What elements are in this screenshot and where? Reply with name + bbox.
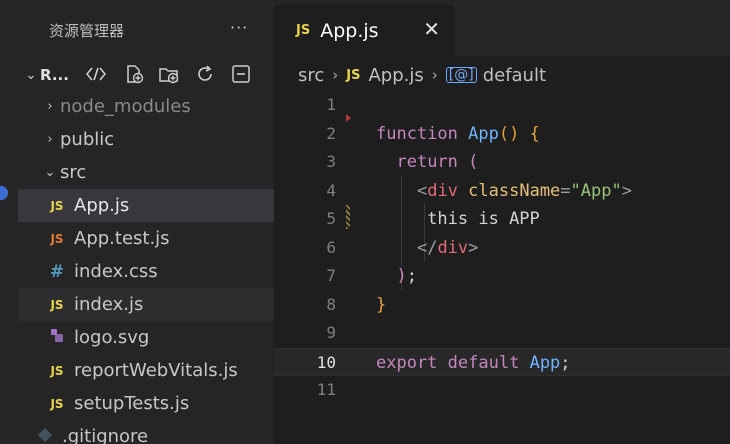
tree-item-app-test-js[interactable]: JS App.test.js bbox=[18, 222, 274, 255]
tree-item-report-web-vitals[interactable]: JS reportWebVitals.js bbox=[18, 354, 274, 387]
file-tree: › node_modules › public ⌄ src JS App.js … bbox=[18, 90, 274, 444]
code-editor[interactable]: 1 2 function App() { 3 return ( 4 <div c… bbox=[274, 91, 730, 405]
breadcrumb: src › JS App.js › [@] default bbox=[298, 60, 546, 90]
chevron-right-icon: › bbox=[47, 132, 53, 147]
tree-item-logo-svg[interactable]: logo.svg bbox=[18, 321, 274, 354]
line-number: 11 bbox=[316, 380, 336, 399]
tree-item-node-modules[interactable]: › node_modules bbox=[18, 90, 274, 123]
js-file-icon: JS bbox=[296, 23, 311, 38]
line-number: 5 bbox=[326, 209, 336, 228]
tab-label: App.js bbox=[320, 19, 379, 42]
code-line[interactable]: 7 ); bbox=[274, 262, 730, 291]
code-text: export default App; bbox=[376, 352, 571, 373]
code-text: ); bbox=[396, 266, 417, 286]
breadcrumb-folder[interactable]: src bbox=[298, 65, 324, 86]
breadcrumb-file[interactable]: App.js bbox=[368, 65, 423, 86]
line-number: 8 bbox=[326, 294, 336, 314]
explorer-sidebar: 资源管理器 ··· ⌄ R... › node_modules › public… bbox=[0, 0, 274, 444]
activity-badge[interactable] bbox=[0, 186, 8, 200]
more-actions-icon[interactable]: ··· bbox=[230, 18, 248, 37]
code-line[interactable]: 5 this is APP bbox=[274, 205, 730, 234]
js-file-icon: JS bbox=[50, 198, 64, 213]
code-text: </div> bbox=[416, 237, 479, 258]
symbol-variable-icon: [@] bbox=[445, 67, 477, 83]
js-file-icon: JS bbox=[346, 67, 361, 83]
css-file-icon: # bbox=[49, 261, 65, 282]
tree-item-label: public bbox=[60, 129, 115, 150]
line-number: 3 bbox=[326, 152, 336, 171]
line-number: 4 bbox=[326, 180, 336, 200]
tree-item-label: src bbox=[60, 162, 87, 183]
code-line[interactable]: 11 bbox=[274, 376, 730, 405]
new-file-icon[interactable] bbox=[124, 64, 144, 84]
tree-item-label: App.test.js bbox=[74, 228, 170, 249]
project-name: R... bbox=[40, 66, 69, 84]
tree-item-setup-tests[interactable]: JS setupTests.js bbox=[18, 387, 274, 420]
code-line[interactable]: 1 bbox=[274, 91, 730, 120]
tree-item-src[interactable]: ⌄ src bbox=[18, 156, 274, 189]
chevron-down-icon: ⌄ bbox=[44, 165, 56, 180]
tree-item-index-css[interactable]: # index.css bbox=[18, 255, 274, 288]
tree-item-gitignore[interactable]: .gitignore bbox=[18, 420, 274, 444]
code-text: this is APP bbox=[427, 209, 540, 229]
line-number: 2 bbox=[326, 123, 336, 143]
code-text: } bbox=[376, 294, 387, 315]
tree-item-label: .gitignore bbox=[62, 426, 149, 444]
js-file-icon: JS bbox=[50, 396, 64, 411]
tree-item-index-js[interactable]: JS index.js bbox=[18, 288, 274, 321]
tree-item-app-js[interactable]: JS App.js bbox=[18, 189, 274, 222]
tree-item-label: App.js bbox=[74, 195, 130, 216]
line-number: 9 bbox=[326, 323, 336, 342]
project-header[interactable]: ⌄ R... bbox=[22, 60, 69, 90]
chevron-right-icon: › bbox=[431, 66, 438, 84]
git-file-icon bbox=[34, 427, 56, 444]
code-text: function App() { bbox=[376, 123, 540, 144]
tree-item-label: setupTests.js bbox=[74, 393, 190, 414]
code-text: <div className="App"> bbox=[416, 180, 632, 201]
code-line[interactable]: 6 </div> bbox=[274, 234, 730, 263]
refresh-icon[interactable] bbox=[195, 64, 215, 84]
breadcrumb-symbol[interactable]: default bbox=[483, 65, 546, 86]
tree-item-label: index.css bbox=[74, 261, 158, 282]
js-file-icon: JS bbox=[50, 297, 64, 312]
line-number: 6 bbox=[326, 237, 336, 257]
line-number: 10 bbox=[316, 352, 336, 372]
line-number: 1 bbox=[326, 95, 336, 114]
tree-item-label: index.js bbox=[74, 294, 144, 315]
chevron-right-icon: › bbox=[47, 99, 53, 114]
js-test-file-icon: JS bbox=[50, 231, 64, 246]
svg-file-icon bbox=[46, 328, 68, 347]
code-line[interactable]: 8 } bbox=[274, 291, 730, 320]
code-line[interactable]: 3 return ( bbox=[274, 148, 730, 177]
editor-area: JS App.js ✕ src › JS App.js › [@] defaul… bbox=[274, 0, 730, 444]
code-line[interactable]: 9 bbox=[274, 319, 730, 348]
tree-item-label: logo.svg bbox=[74, 327, 150, 348]
collapse-all-icon[interactable] bbox=[231, 64, 251, 84]
new-folder-icon[interactable] bbox=[159, 64, 179, 84]
code-line[interactable]: 2 function App() { bbox=[274, 120, 730, 149]
code-line[interactable]: 4 <div className="App"> bbox=[274, 177, 730, 206]
chevron-right-icon: › bbox=[332, 66, 339, 84]
code-line-current[interactable]: 10 export default App; bbox=[274, 347, 730, 376]
code-text: return ( bbox=[396, 152, 479, 172]
tab-bar: JS App.js ✕ bbox=[274, 0, 730, 56]
explorer-title: 资源管理器 bbox=[49, 22, 125, 40]
js-file-icon: JS bbox=[50, 363, 64, 378]
tree-item-label: node_modules bbox=[60, 96, 191, 117]
line-number: 7 bbox=[326, 266, 336, 285]
chevron-down-icon: ⌄ bbox=[25, 67, 37, 83]
tab-app-js[interactable]: JS App.js ✕ bbox=[274, 5, 454, 56]
tree-item-public[interactable]: › public bbox=[18, 123, 274, 156]
tree-item-label: reportWebVitals.js bbox=[74, 360, 238, 381]
close-icon[interactable]: ✕ bbox=[423, 17, 440, 41]
source-control-icon[interactable] bbox=[86, 64, 106, 84]
